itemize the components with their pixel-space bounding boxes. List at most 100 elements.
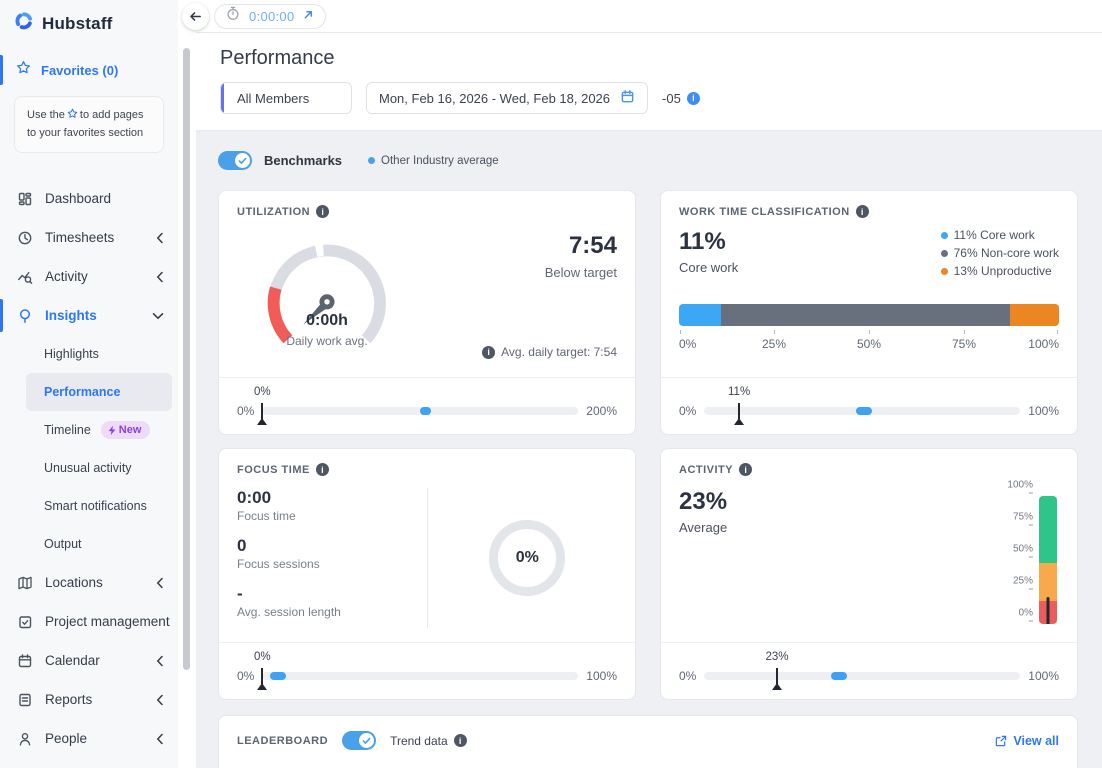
new-badge: New xyxy=(100,421,151,440)
slider-track: 0% xyxy=(254,386,579,425)
info-icon[interactable]: i xyxy=(315,463,329,476)
info-icon[interactable]: i xyxy=(686,91,700,105)
legend-dot xyxy=(940,267,948,275)
toggle-knob xyxy=(235,153,250,168)
benchmark-segment xyxy=(420,407,432,415)
sidebar-nav: Dashboard Timesheets Activity Insights H… xyxy=(0,179,178,768)
check-icon xyxy=(238,157,247,164)
benchmarks-toggle[interactable] xyxy=(218,151,252,170)
sidebar-item-calendar[interactable]: Calendar xyxy=(0,641,178,680)
marker-line xyxy=(261,668,264,684)
slider-min-label: 0% xyxy=(237,404,255,418)
sidebar-item-output[interactable]: Output xyxy=(0,525,178,563)
focus-donut: 0% xyxy=(489,520,566,596)
sidebar-item-timeline[interactable]: Timeline New xyxy=(0,411,178,449)
activity-marker xyxy=(1046,597,1050,624)
topbar: 0:00:00 xyxy=(182,0,1102,33)
members-filter[interactable]: All Members xyxy=(220,82,352,114)
legend-dot xyxy=(940,249,948,257)
timer-value: 0:00:00 xyxy=(249,8,295,24)
chevron-left-icon xyxy=(156,733,164,745)
marker-triangle[interactable] xyxy=(257,683,268,690)
timezone: -05 i xyxy=(662,91,700,106)
marker-line xyxy=(738,403,741,419)
target-status: Below target xyxy=(544,265,617,280)
focus-sessions-stat: 0 Focus sessions xyxy=(237,536,320,571)
sidebar-item-favorites[interactable]: Favorites (0) xyxy=(0,52,178,88)
slider-min-label: 0% xyxy=(679,404,697,418)
page-header: Performance All Members Mon, Feb 16, 202… xyxy=(196,33,1102,131)
sidebar-item-people[interactable]: People xyxy=(0,719,178,758)
sidebar-item-insights[interactable]: Insights xyxy=(0,296,178,335)
sidebar-item-locations[interactable]: Locations xyxy=(0,563,178,602)
work-time-classification-card: WORK TIME CLASSIFICATION i 11% Core work… xyxy=(660,190,1078,435)
donut-percent: 0% xyxy=(515,549,539,566)
activity-percent: 23% xyxy=(679,488,728,515)
logo[interactable]: Hubstaff xyxy=(0,0,178,46)
info-icon[interactable]: i xyxy=(855,205,869,218)
sidebar-item-highlights[interactable]: Highlights xyxy=(0,335,178,373)
back-button[interactable] xyxy=(182,3,209,30)
gauge-sublabel: Daily work avg. xyxy=(286,334,368,348)
info-icon[interactable]: i xyxy=(482,345,496,359)
activity-benchmark-slider: 0% 23% 100% xyxy=(679,643,1059,699)
marker-triangle[interactable] xyxy=(772,683,782,690)
sidebar-scrollbar[interactable] xyxy=(178,0,196,768)
info-icon[interactable]: i xyxy=(453,734,467,747)
classification-segment xyxy=(720,304,1010,326)
classification-segment xyxy=(1009,304,1059,326)
marker-label: 0% xyxy=(254,386,271,398)
sidebar-item-timesheets[interactable]: Timesheets xyxy=(0,218,178,257)
sidebar-item-project-management[interactable]: Project management xyxy=(0,602,178,641)
card-title: ACTIVITY xyxy=(679,463,734,476)
activity-bar-segment xyxy=(1039,496,1057,563)
timer-widget[interactable]: 0:00:00 xyxy=(214,3,327,29)
classification-legend: 11% Core work 76% Non-core work 13% Unpr… xyxy=(940,228,1059,278)
info-icon[interactable]: i xyxy=(316,205,330,218)
benchmark-segment xyxy=(830,672,847,680)
open-timer-icon[interactable] xyxy=(303,7,314,25)
marker-label: 11% xyxy=(728,386,751,398)
scrollbar-thumb[interactable] xyxy=(183,48,190,670)
date-range-picker[interactable]: Mon, Feb 16, 2026 - Wed, Feb 18, 2026 xyxy=(366,82,649,114)
view-all-link[interactable]: View all xyxy=(995,734,1059,748)
focus-time-stat: 0:00 Focus time xyxy=(237,488,296,523)
info-icon[interactable]: i xyxy=(739,463,753,476)
target-value: 7:54 xyxy=(568,232,617,259)
marker-triangle[interactable] xyxy=(734,418,745,425)
chevron-left-icon xyxy=(156,694,164,706)
marker-triangle[interactable] xyxy=(257,418,268,425)
marker-label: 0% xyxy=(254,651,271,663)
favorites-label: Favorites (0) xyxy=(41,62,119,78)
slider-max-label: 100% xyxy=(1028,669,1059,683)
content: Benchmarks Other Industry average UTILIZ… xyxy=(196,131,1102,768)
person-icon xyxy=(16,731,33,747)
sidebar-item-unusual-activity[interactable]: Unusual activity xyxy=(0,449,178,487)
gauge-value: 0:00h xyxy=(306,312,348,329)
chevron-left-icon xyxy=(156,271,164,283)
active-indicator xyxy=(0,55,3,85)
benchmarks-label: Benchmarks xyxy=(264,153,343,168)
core-work-percent: 11% xyxy=(679,228,726,255)
slider-min-label: 0% xyxy=(237,669,255,683)
sidebar-item-financials[interactable]: $ Financials xyxy=(0,758,178,768)
utilization-card: UTILIZATION i 0:00h Daily work avg. 7:54… xyxy=(218,190,636,435)
sidebar-item-dashboard[interactable]: Dashboard xyxy=(0,179,178,218)
sidebar-item-smart-notifications[interactable]: Smart notifications xyxy=(0,487,178,525)
activity-card: ACTIVITY i 23% Average 100% 75% 50% 25% … xyxy=(660,448,1078,700)
sidebar-item-performance[interactable]: Performance xyxy=(26,373,172,412)
utilization-benchmark-slider: 0% 0% 200% xyxy=(237,378,617,434)
toggle-knob xyxy=(359,733,375,748)
sidebar-item-activity[interactable]: Activity xyxy=(0,257,178,296)
app: Hubstaff Favorites (0) Use the to add pag… xyxy=(0,0,1102,768)
clock-icon xyxy=(16,230,33,246)
sidebar-item-reports[interactable]: Reports xyxy=(0,680,178,719)
avg-session-length-stat: - Avg. session length xyxy=(237,584,341,619)
trend-data-toggle[interactable] xyxy=(342,731,377,750)
active-indicator xyxy=(0,299,3,333)
external-link-icon xyxy=(996,735,1007,746)
map-icon xyxy=(16,575,33,591)
legend-dot-blue xyxy=(368,157,376,164)
card-title: UTILIZATION xyxy=(237,205,311,218)
filter-accent xyxy=(221,83,224,113)
